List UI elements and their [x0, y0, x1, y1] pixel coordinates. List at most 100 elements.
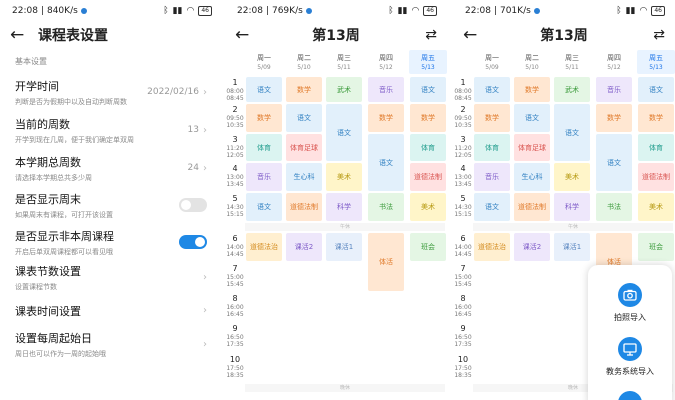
- course-cell[interactable]: 体育: [474, 134, 510, 161]
- course-cell[interactable]: 班会: [638, 233, 674, 261]
- period-label: 9 16:50 17:35: [453, 324, 473, 348]
- course-cell[interactable]: 语文: [474, 77, 510, 102]
- battery-icon: 46: [198, 6, 212, 16]
- course-cell[interactable]: 武术: [326, 77, 362, 102]
- swap-icon[interactable]: ⇄: [425, 27, 437, 43]
- course-cell[interactable]: 数学: [514, 77, 550, 102]
- setting-row-3[interactable]: 是否显示周末 如果周末有课程，可打开该设置: [0, 187, 222, 223]
- course-cell[interactable]: 语文: [638, 77, 674, 102]
- course-cell[interactable]: 体活: [368, 233, 404, 291]
- course-cell[interactable]: 体育: [410, 134, 446, 161]
- swap-icon[interactable]: ⇄: [653, 27, 665, 43]
- period-end: 12:05: [454, 152, 472, 159]
- course-cell[interactable]: 生心科: [286, 163, 322, 191]
- back-arrow-icon[interactable]: ←: [10, 26, 30, 44]
- course-cell[interactable]: 音乐: [474, 163, 510, 191]
- period-label: 4 13:00 13:45: [225, 164, 245, 188]
- course-cell[interactable]: 科学: [326, 193, 362, 221]
- signal-icon: ▮▮: [397, 6, 408, 16]
- course-cell[interactable]: 美术: [638, 193, 674, 221]
- course-cell[interactable]: 体育足球: [286, 134, 322, 161]
- period-end: 15:45: [226, 281, 244, 288]
- course-cell[interactable]: 美术: [410, 193, 446, 221]
- setting-row-4[interactable]: 是否显示非本周课程 开启后单双周课程都可以看见哦: [0, 223, 222, 261]
- setting-toggle[interactable]: [179, 198, 207, 212]
- course-cell[interactable]: 语文: [368, 134, 404, 191]
- course-cell[interactable]: 武术: [554, 77, 590, 102]
- period-label: 10 17:50 18:35: [453, 355, 473, 379]
- course-cell[interactable]: 语文: [246, 193, 282, 221]
- course-cell[interactable]: 音乐: [246, 163, 282, 191]
- period-start: 15:00: [226, 274, 244, 281]
- course-cell[interactable]: 道德法制: [638, 163, 674, 191]
- more-import-button[interactable]: [588, 391, 672, 400]
- setting-toggle[interactable]: [179, 235, 207, 249]
- setting-title: 设置每周起始日: [15, 331, 92, 345]
- system-import-button[interactable]: 教务系统导入: [588, 337, 672, 377]
- course-cell[interactable]: 体育足球: [514, 134, 550, 161]
- course-cell[interactable]: 书法: [368, 193, 404, 221]
- day-name: 周二: [297, 54, 311, 62]
- period-start: 16:50: [226, 334, 244, 341]
- setting-row-5[interactable]: 课表节数设置 设置课程节数 ›: [0, 261, 222, 294]
- course-cell[interactable]: 音乐: [596, 77, 632, 102]
- back-arrow-icon[interactable]: ←: [463, 26, 483, 44]
- course-cell[interactable]: 语文: [554, 104, 590, 161]
- setting-row-7[interactable]: 设置每周起始日 周日也可以作为一周的起始哦 ›: [0, 327, 222, 361]
- course-cell[interactable]: 数学: [286, 77, 322, 102]
- course-cell[interactable]: 班会: [410, 233, 446, 261]
- period-label: 1 08:00 08:45: [225, 78, 245, 102]
- course-cell[interactable]: 音乐: [368, 77, 404, 102]
- course-cell[interactable]: 语文: [474, 193, 510, 221]
- day-header: 周二 5/10: [285, 50, 323, 74]
- course-cell[interactable]: 数学: [474, 104, 510, 132]
- course-cell[interactable]: 体育: [638, 134, 674, 161]
- setting-row-0[interactable]: 开学时间 判断是否为假期中以及自动判断周数 2022/02/16 ›: [0, 73, 222, 111]
- period-start: 14:30: [226, 204, 244, 211]
- course-cell[interactable]: 语文: [514, 104, 550, 132]
- course-cell[interactable]: 数学: [410, 104, 446, 132]
- period-number: 7: [232, 264, 238, 273]
- photo-import-button[interactable]: 拍照导入: [588, 283, 672, 323]
- course-cell[interactable]: 生心科: [514, 163, 550, 191]
- course-cell[interactable]: 道德法治: [474, 233, 510, 261]
- setting-text: 是否显示周末 如果周末有课程，可打开该设置: [15, 191, 179, 220]
- course-cell[interactable]: 数学: [368, 104, 404, 132]
- setting-title: 开学时间: [15, 79, 59, 93]
- setting-row-6[interactable]: 课表时间设置 ›: [0, 294, 222, 327]
- period-end: 10:35: [454, 122, 472, 129]
- course-cell[interactable]: 科学: [554, 193, 590, 221]
- course-cell[interactable]: 道德法治: [246, 233, 282, 261]
- period-label: 3 11:20 12:05: [225, 135, 245, 159]
- course-cell[interactable]: 体育: [246, 134, 282, 161]
- course-cell[interactable]: 语文: [410, 77, 446, 102]
- setting-row-2[interactable]: 本学期总周数 请选择本学期总共多少周 24 ›: [0, 149, 222, 187]
- course-cell[interactable]: 数学: [246, 104, 282, 132]
- course-cell[interactable]: 数学: [596, 104, 632, 132]
- course-cell[interactable]: 语文: [596, 134, 632, 191]
- timetable-header: 第13周 ← ⇄: [225, 22, 447, 48]
- app-notification-icon: [533, 8, 540, 14]
- course-cell[interactable]: 书法: [596, 193, 632, 221]
- course-cell[interactable]: 语文: [286, 104, 322, 132]
- course-cell[interactable]: 语文: [326, 104, 362, 161]
- course-cell[interactable]: 课活1: [326, 233, 362, 261]
- course-cell[interactable]: 美术: [554, 163, 590, 191]
- back-arrow-icon[interactable]: ←: [235, 26, 255, 44]
- course-cell[interactable]: 课活2: [514, 233, 550, 261]
- course-cell[interactable]: 数学: [638, 104, 674, 132]
- setting-title: 是否显示周末: [15, 192, 81, 206]
- day-name: 周四: [607, 54, 621, 62]
- day-name: 周三: [337, 54, 351, 62]
- status-time: 22:08: [12, 6, 38, 16]
- setting-value: 2022/02/16: [147, 87, 199, 97]
- setting-row-1[interactable]: 当前的周数 开学到现在几周，便于我们确定单双周 13 ›: [0, 111, 222, 149]
- course-cell[interactable]: 语文: [246, 77, 282, 102]
- period-number: 9: [460, 324, 466, 333]
- course-cell[interactable]: 美术: [326, 163, 362, 191]
- course-cell[interactable]: 道德法制: [286, 193, 322, 221]
- course-cell[interactable]: 课活2: [286, 233, 322, 261]
- course-cell[interactable]: 课活1: [554, 233, 590, 261]
- course-cell[interactable]: 道德法制: [410, 163, 446, 191]
- course-cell[interactable]: 道德法制: [514, 193, 550, 221]
